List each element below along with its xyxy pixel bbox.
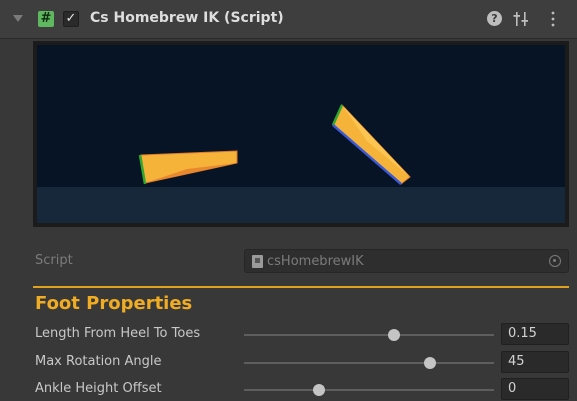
slider-thumb[interactable] (388, 329, 400, 341)
section-divider (33, 286, 569, 288)
kebab-menu-icon[interactable] (547, 10, 559, 28)
component-header[interactable]: # ✓ Cs Homebrew IK (Script) ? (0, 0, 577, 39)
heel-to-toes-value-field[interactable]: 0.15 (501, 323, 569, 345)
ankle-offset-value-field[interactable]: 0 (501, 378, 569, 400)
script-object-field: csHomebrewIK (244, 249, 569, 273)
foot-properties-header: Foot Properties (35, 293, 193, 314)
slider-label: Ankle Height Offset (35, 381, 162, 396)
enable-checkbox[interactable]: ✓ (63, 11, 79, 27)
object-picker-icon[interactable] (549, 255, 561, 267)
cs-script-file-icon (252, 255, 263, 268)
inspector-panel: # ✓ Cs Homebrew IK (Script) ? Script csH… (0, 0, 577, 401)
slider-row-ankle-offset: Ankle Height Offset 0 (0, 378, 577, 401)
slider-row-heel-to-toes: Length From Heel To Toes 0.15 (0, 323, 577, 347)
slider-row-max-rotation: Max Rotation Angle 45 (0, 351, 577, 375)
slider-label: Max Rotation Angle (35, 354, 162, 369)
help-icon[interactable]: ? (487, 11, 502, 26)
slider-thumb[interactable] (424, 357, 437, 369)
slider-track[interactable] (244, 389, 494, 391)
max-rotation-value-field[interactable]: 45 (501, 351, 569, 373)
slider-track[interactable] (244, 362, 494, 364)
preview-sky (37, 45, 565, 187)
foldout-arrow-icon[interactable] (13, 15, 23, 22)
presets-icon[interactable] (513, 10, 529, 28)
slider-thumb[interactable] (313, 384, 325, 396)
foot-preview-canvas (37, 45, 565, 223)
script-icon: # (38, 11, 54, 27)
slider-track[interactable] (244, 334, 494, 336)
component-title: Cs Homebrew IK (Script) (90, 10, 284, 26)
script-label: Script (35, 253, 73, 268)
slider-label: Length From Heel To Toes (35, 326, 201, 341)
preview-ground (37, 187, 565, 223)
script-object-value: csHomebrewIK (267, 254, 364, 269)
